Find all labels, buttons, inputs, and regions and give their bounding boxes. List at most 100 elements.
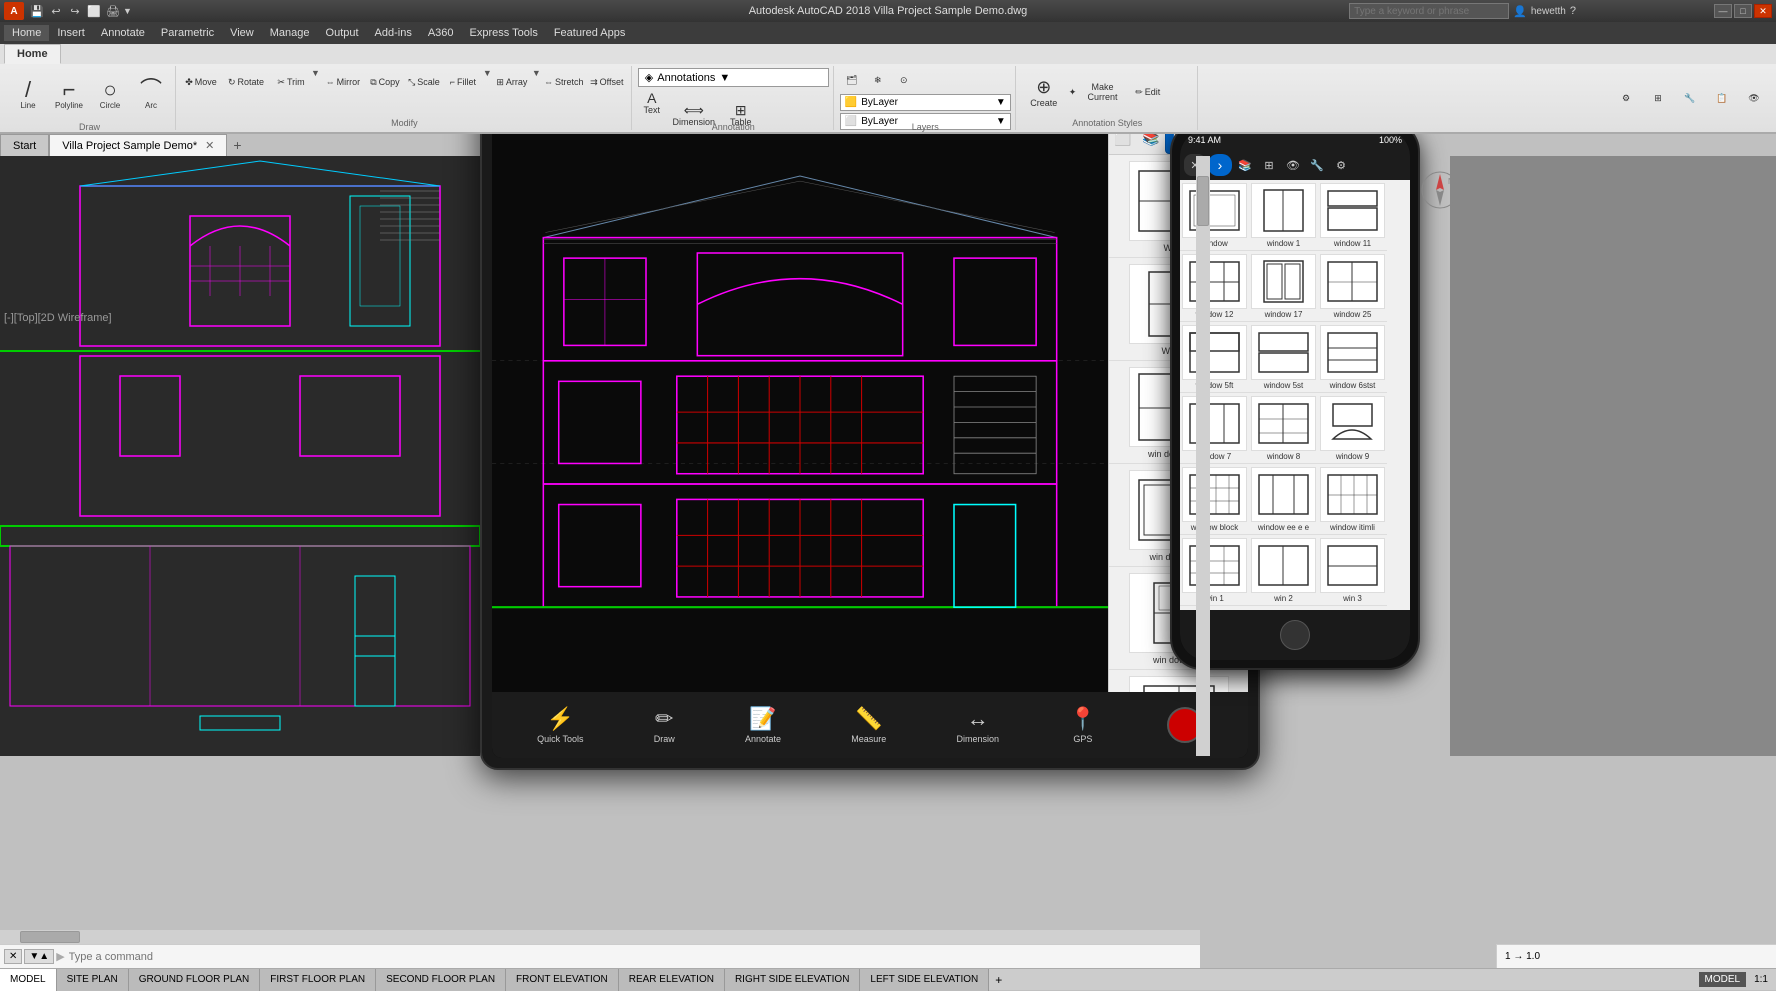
phone-item-window11[interactable]: window 11 [1318,180,1387,251]
model-tab-first-floor[interactable]: FIRST FLOOR PLAN [260,969,376,991]
model-tab-front-elevation[interactable]: FRONT ELEVATION [506,969,619,991]
undo-btn[interactable]: ↩ [47,2,65,20]
phone-item-window7[interactable]: window 7 [1180,393,1249,464]
vertical-scrollbar[interactable] [1196,156,1210,756]
phone-item-window25[interactable]: window 25 [1318,251,1387,322]
search-input[interactable] [1349,3,1509,19]
ipad-quick-tools-btn[interactable]: ⚡ Quick Tools [537,706,583,744]
ipad-annotate-btn[interactable]: 📝 Annotate [745,706,781,744]
new-btn[interactable]: ⬜ [85,2,103,20]
phone-item-win1[interactable]: win 1 [1180,535,1249,606]
copy-tool[interactable]: ⧉Copy [366,68,404,96]
command-input[interactable] [69,951,1196,963]
polyline-tool[interactable]: ⌐ Polyline [49,68,89,120]
annotation-dropdown[interactable]: ◈ Annotations ▼ [638,68,829,87]
fillet-dropdown[interactable]: ▼ [483,68,492,116]
line-tool[interactable]: / Line [8,68,48,120]
add-layout-btn[interactable]: + [989,969,1008,991]
menu-item-featured[interactable]: Featured Apps [546,25,634,41]
phone-gear-btn[interactable]: ⚙ [1330,154,1352,176]
phone-active-btn[interactable]: › [1208,154,1232,176]
fillet-tool[interactable]: ⌐Fillet [444,68,482,96]
cad-viewport[interactable]: [-][Top][2D Wireframe] [0,156,480,756]
array-dropdown[interactable]: ▼ [532,68,541,116]
phone-item-window6stst[interactable]: window 6stst [1318,322,1387,393]
maximize-btn[interactable]: □ [1734,4,1752,18]
model-tab-left-side[interactable]: LEFT SIDE ELEVATION [860,969,989,991]
edit-btn[interactable]: ✏Edit [1130,82,1166,102]
phone-item-windowitimli[interactable]: window itimli [1318,464,1387,535]
menu-item-addins[interactable]: Add-ins [367,25,420,41]
phone-item-win3[interactable]: win 3 [1318,535,1387,606]
menu-item-annotate[interactable]: Annotate [93,25,153,41]
menu-item-view[interactable]: View [222,25,262,41]
menu-item-output[interactable]: Output [318,25,367,41]
tab-home[interactable]: Home [4,44,61,64]
close-btn[interactable]: ✕ [1754,4,1772,18]
file-tab-villa[interactable]: Villa Project Sample Demo* ✕ [49,134,227,156]
phone-item-window[interactable]: window [1180,180,1249,251]
arc-tool[interactable]: ⌒ Arc [131,68,171,120]
phone-view-btn[interactable]: 👁 [1282,154,1304,176]
add-tab-btn[interactable]: + [227,134,247,156]
ipad-gps-btn[interactable]: 📍 GPS [1069,706,1096,744]
rotate-tool[interactable]: ↻Rotate [221,68,271,96]
trim-tool[interactable]: ✂Trim [272,68,310,96]
phone-item-window8[interactable]: window 8 [1249,393,1318,464]
properties-btn[interactable]: ⚙ [1612,84,1640,112]
scale-tool[interactable]: ⤡Scale [405,68,443,96]
phone-settings-btn[interactable]: 🔧 [1306,154,1328,176]
file-tab-close[interactable]: ✕ [205,139,214,152]
create-btn[interactable]: ⊕ Create [1022,68,1066,116]
menu-item-parametric[interactable]: Parametric [153,25,222,41]
layer-freeze-btn[interactable]: ❄ [866,68,890,92]
make-current-btn[interactable]: ✦Make Current [1068,82,1128,102]
menu-item-a360[interactable]: A360 [420,25,462,41]
help-icon[interactable]: ? [1570,5,1576,17]
print-btn[interactable]: 🖨 [104,2,122,20]
model-tab-right-side[interactable]: RIGHT SIDE ELEVATION [725,969,860,991]
model-tab-rear-elevation[interactable]: REAR ELEVATION [619,969,725,991]
mirror-tool[interactable]: ⇔Mirror [321,68,365,96]
redo-btn[interactable]: ↪ [66,2,84,20]
text-tool[interactable]: A Text [638,89,666,117]
dimension-tool[interactable]: ⟺ Dimension [668,89,720,141]
phone-blocks-btn[interactable]: ⊞ [1258,154,1280,176]
start-tab[interactable]: Start [0,134,49,156]
modify-dropdown[interactable]: ▼ [311,68,320,116]
phone-item-window5st[interactable]: window 5st [1249,322,1318,393]
ipad-dimension-btn[interactable]: ↔ Dimension [956,706,999,744]
utilities-btn[interactable]: 🔧 [1676,84,1704,112]
menu-item-insert[interactable]: Insert [49,25,93,41]
phone-item-windowblock[interactable]: window block [1180,464,1249,535]
phone-item-window1[interactable]: window 1 [1249,180,1318,251]
layer-match-btn[interactable]: ⊙ [892,68,916,92]
model-tab-site-plan[interactable]: SITE PLAN [57,969,129,991]
cad-drawing-area[interactable] [0,156,480,756]
ipad-draw-btn[interactable]: ✏ Draw [654,706,675,744]
offset-tool[interactable]: ⇉Offset [587,68,627,96]
table-tool[interactable]: ⊞ Table [722,89,760,141]
horizontal-scrollbar[interactable] [0,930,1200,944]
phone-item-window9[interactable]: window 9 [1318,393,1387,464]
model-tab-second-floor[interactable]: SECOND FLOOR PLAN [376,969,506,991]
phone-layers-btn[interactable]: 📚 [1234,154,1256,176]
circle-tool[interactable]: ○ Circle [90,68,130,120]
clipboard-btn[interactable]: 📋 [1708,84,1736,112]
panel-item-windowwo[interactable]: win dow wo [1109,670,1248,692]
model-tab-ground-floor[interactable]: GROUND FLOOR PLAN [129,969,261,991]
ipad-drawing-area[interactable] [492,122,1108,692]
menu-item-express[interactable]: Express Tools [462,25,546,41]
cmd-close-btn[interactable]: ✕ [4,949,22,964]
minimize-btn[interactable]: — [1714,4,1732,18]
model-tab-model[interactable]: MODEL [0,969,57,991]
cmd-scroll-btn[interactable]: ▼▲ [24,949,54,964]
phone-item-win2[interactable]: win 2 [1249,535,1318,606]
ipad-measure-btn[interactable]: 📏 Measure [851,706,886,744]
phone-item-windoweeee[interactable]: window ee e e [1249,464,1318,535]
phone-item-window17[interactable]: window 17 [1249,251,1318,322]
phone-home-btn[interactable] [1280,620,1310,650]
menu-item-manage[interactable]: Manage [262,25,318,41]
menu-item-home[interactable]: Home [4,25,49,41]
phone-item-window12[interactable]: window 12 [1180,251,1249,322]
